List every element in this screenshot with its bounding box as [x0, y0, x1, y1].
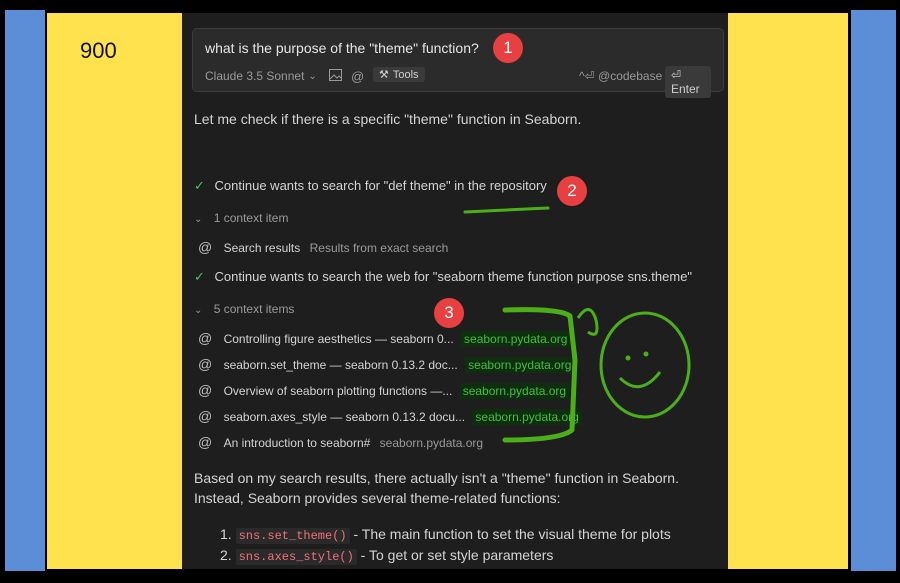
hand-mark	[576, 308, 599, 336]
annotation-scribbles	[463, 206, 691, 443]
smiley-mouth-mark	[618, 371, 662, 389]
smiley-eye-mark	[625, 355, 631, 361]
badge-1: 1	[493, 33, 523, 63]
badge-2: 2	[557, 176, 587, 206]
smiley-eye-mark	[643, 351, 649, 357]
bracket-mark	[502, 307, 578, 443]
underline-mark	[463, 206, 550, 214]
badge-3: 3	[434, 298, 464, 328]
smiley-face-mark	[599, 311, 691, 419]
